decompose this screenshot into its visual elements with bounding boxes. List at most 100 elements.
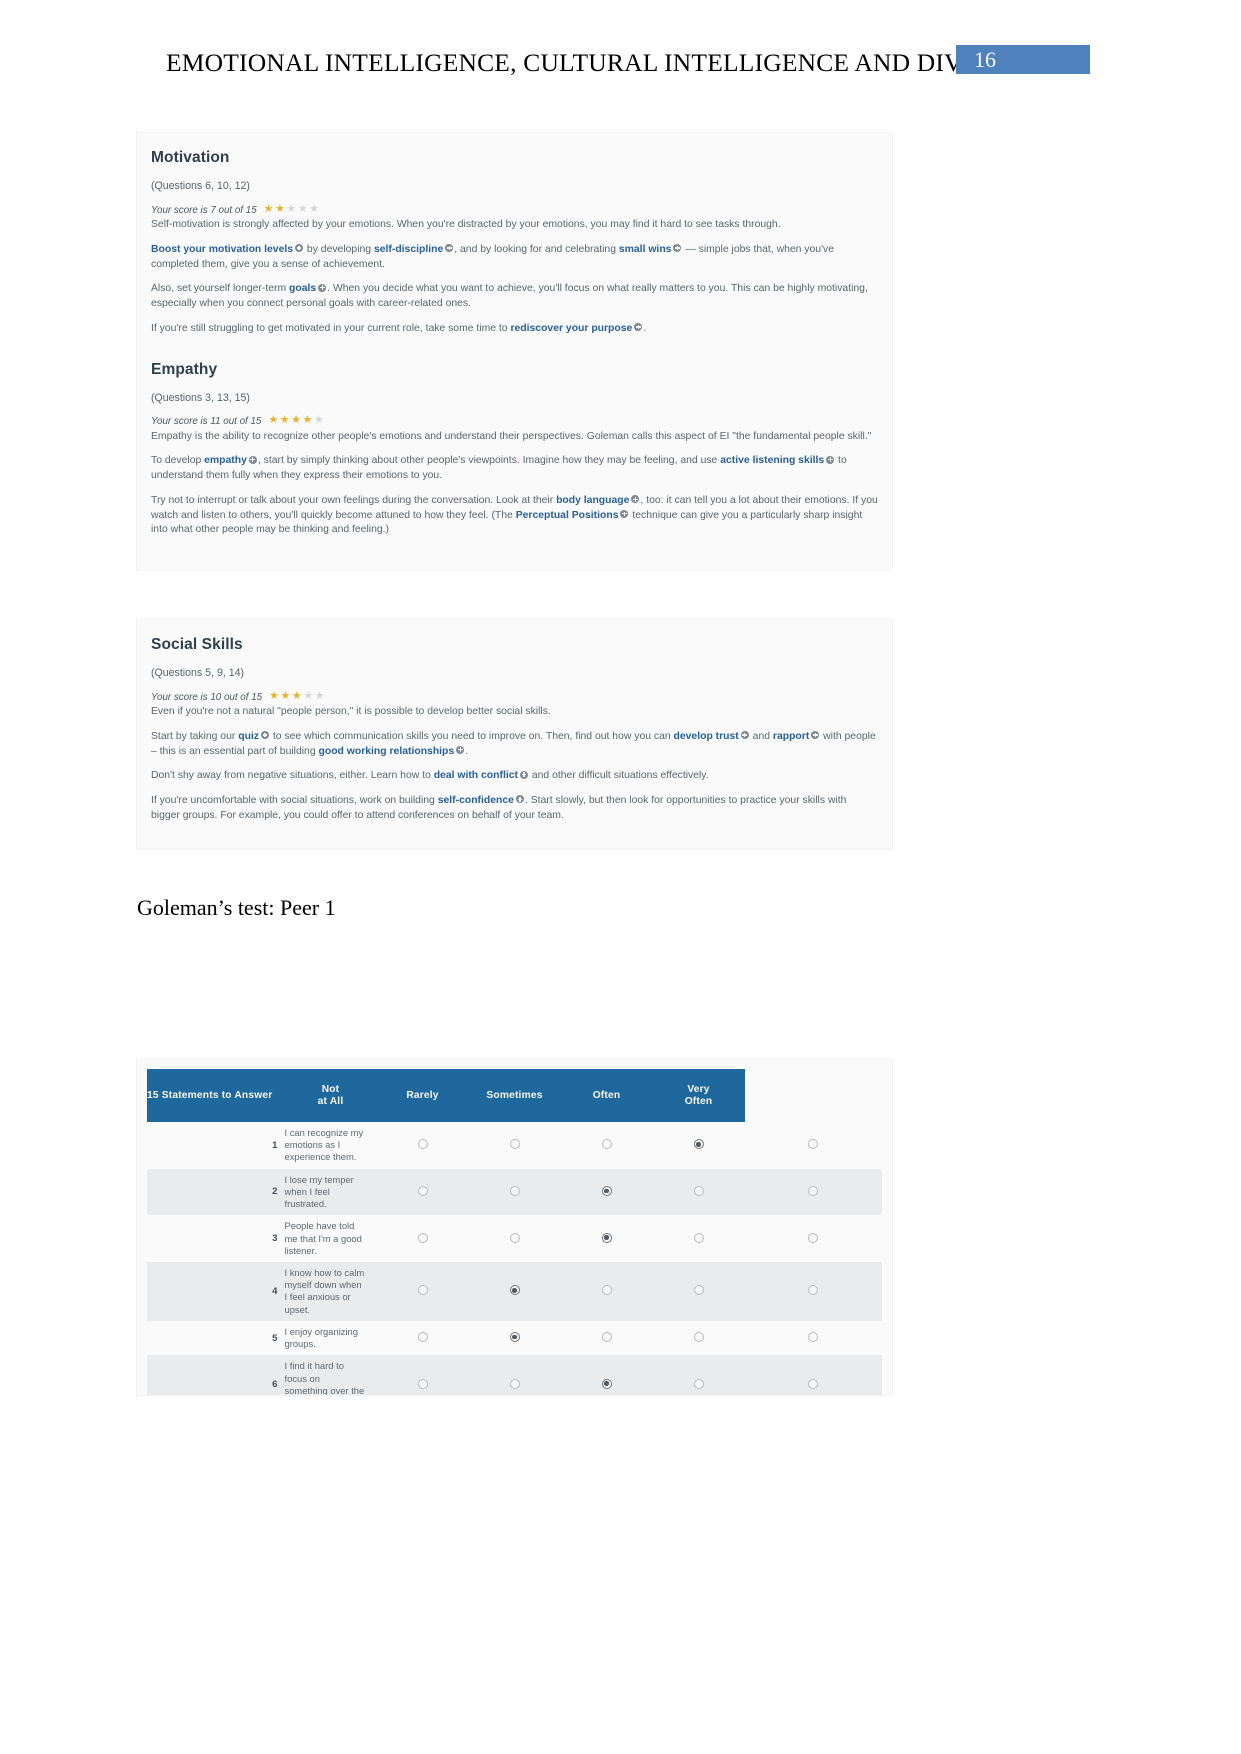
answer-cell[interactable] — [377, 1215, 469, 1262]
plus-circle-icon[interactable] — [318, 283, 327, 292]
radio-unselected[interactable] — [808, 1232, 819, 1243]
plus-circle-icon[interactable] — [295, 244, 304, 253]
radio-unselected[interactable] — [693, 1378, 704, 1389]
radio-selected[interactable] — [601, 1232, 612, 1243]
answer-cell[interactable] — [653, 1122, 745, 1169]
radio-unselected[interactable] — [509, 1232, 520, 1243]
radio-selected[interactable] — [601, 1185, 612, 1196]
radio-unselected[interactable] — [417, 1332, 428, 1343]
inline-link[interactable]: Boost your motivation levels — [151, 244, 293, 255]
radio-unselected[interactable] — [417, 1232, 428, 1243]
answer-cell[interactable] — [469, 1321, 561, 1355]
plus-circle-icon[interactable] — [515, 795, 524, 804]
answer-cell[interactable] — [561, 1321, 653, 1355]
page-number: 16 — [974, 47, 996, 72]
answer-cell[interactable] — [468, 1355, 561, 1395]
plus-circle-icon[interactable] — [248, 455, 257, 464]
answer-cell[interactable] — [652, 1168, 745, 1216]
answer-cell[interactable] — [745, 1321, 883, 1355]
inline-link[interactable]: deal with conflict — [434, 770, 518, 781]
star-filled-icon: ★ — [280, 689, 292, 702]
table-row: 6I find it hard to focus on something ov… — [147, 1355, 882, 1395]
inline-link[interactable]: small wins — [619, 244, 672, 255]
plus-circle-icon[interactable] — [740, 731, 749, 740]
running-header: EMOTIONAL INTELLIGENCE, CULTURAL INTELLI… — [0, 45, 1241, 88]
inline-link[interactable]: good working relationships — [319, 746, 455, 757]
radio-unselected[interactable] — [417, 1285, 428, 1296]
plus-circle-icon[interactable] — [811, 731, 820, 740]
answer-cell[interactable] — [468, 1168, 561, 1216]
inline-link[interactable]: Perceptual Positions — [516, 510, 619, 521]
answer-cell[interactable] — [376, 1168, 469, 1216]
inline-link[interactable]: self-discipline — [374, 244, 443, 255]
inline-link[interactable]: rediscover your purpose — [510, 323, 632, 334]
section-heading: Empathy — [151, 360, 218, 378]
radio-unselected[interactable] — [808, 1139, 819, 1150]
inline-link[interactable]: body language — [556, 495, 629, 506]
radio-unselected[interactable] — [601, 1285, 612, 1296]
plus-circle-icon[interactable] — [456, 745, 465, 754]
answer-cell[interactable] — [744, 1168, 882, 1216]
star-empty-icon: ★ — [313, 414, 326, 427]
radio-selected[interactable] — [601, 1378, 612, 1389]
radio-selected[interactable] — [509, 1285, 520, 1296]
plus-circle-icon[interactable] — [631, 495, 640, 504]
answer-cell[interactable] — [745, 1122, 883, 1169]
plus-circle-icon[interactable] — [826, 455, 835, 464]
answer-cell[interactable] — [560, 1355, 653, 1395]
row-statement: I know how to calm myself down when I fe… — [284, 1261, 377, 1321]
plus-circle-icon[interactable] — [445, 244, 454, 253]
plus-circle-icon[interactable] — [620, 509, 629, 518]
inline-link[interactable]: develop trust — [674, 731, 739, 742]
plus-circle-icon[interactable] — [519, 770, 528, 779]
answer-cell[interactable] — [469, 1215, 561, 1262]
answer-cell[interactable] — [653, 1321, 745, 1355]
plus-circle-icon[interactable] — [673, 244, 682, 253]
radio-selected[interactable] — [509, 1332, 520, 1343]
radio-unselected[interactable] — [808, 1185, 819, 1196]
radio-unselected[interactable] — [509, 1139, 520, 1150]
radio-unselected[interactable] — [601, 1332, 612, 1343]
answer-cell[interactable] — [560, 1261, 653, 1321]
radio-unselected[interactable] — [808, 1285, 819, 1296]
answer-cell[interactable] — [376, 1261, 469, 1321]
radio-unselected[interactable] — [693, 1285, 704, 1296]
radio-unselected[interactable] — [417, 1378, 428, 1389]
answer-cell[interactable] — [377, 1122, 469, 1169]
inline-link[interactable]: rapport — [773, 731, 809, 742]
radio-unselected[interactable] — [693, 1185, 704, 1196]
radio-unselected[interactable] — [509, 1378, 520, 1389]
radio-unselected[interactable] — [808, 1378, 819, 1389]
radio-unselected[interactable] — [601, 1139, 612, 1150]
radio-unselected[interactable] — [509, 1185, 520, 1196]
option-label-line2: Often — [684, 1095, 713, 1107]
answer-cell[interactable] — [745, 1215, 883, 1262]
answer-cell[interactable] — [652, 1261, 745, 1321]
answer-cell[interactable] — [560, 1168, 653, 1216]
answer-cell[interactable] — [469, 1122, 561, 1169]
radio-unselected[interactable] — [808, 1332, 819, 1343]
radio-unselected[interactable] — [417, 1139, 428, 1150]
plus-circle-icon[interactable] — [634, 323, 643, 332]
inline-link[interactable]: self-confidence — [438, 795, 514, 806]
figure-caption: Goleman’s test: Peer 1 — [137, 895, 336, 920]
answer-cell[interactable] — [653, 1215, 745, 1262]
inline-link[interactable]: goals — [289, 283, 316, 294]
radio-unselected[interactable] — [417, 1185, 428, 1196]
radio-unselected[interactable] — [693, 1232, 704, 1243]
answer-cell[interactable] — [561, 1122, 653, 1169]
inline-link[interactable]: empathy — [204, 455, 247, 466]
answer-cell[interactable] — [468, 1261, 561, 1321]
radio-unselected[interactable] — [693, 1332, 704, 1343]
inline-link[interactable]: active listening skills — [720, 455, 824, 466]
answer-cell[interactable] — [377, 1321, 469, 1355]
plus-circle-icon[interactable] — [261, 731, 269, 740]
inline-link[interactable]: quiz — [238, 731, 259, 742]
score-star-rating: ★★★★★ — [264, 203, 321, 215]
radio-selected[interactable] — [693, 1139, 704, 1150]
answer-cell[interactable] — [376, 1355, 469, 1395]
answer-cell[interactable] — [744, 1355, 882, 1395]
answer-cell[interactable] — [744, 1261, 882, 1321]
answer-cell[interactable] — [561, 1215, 653, 1262]
answer-cell[interactable] — [652, 1355, 745, 1395]
